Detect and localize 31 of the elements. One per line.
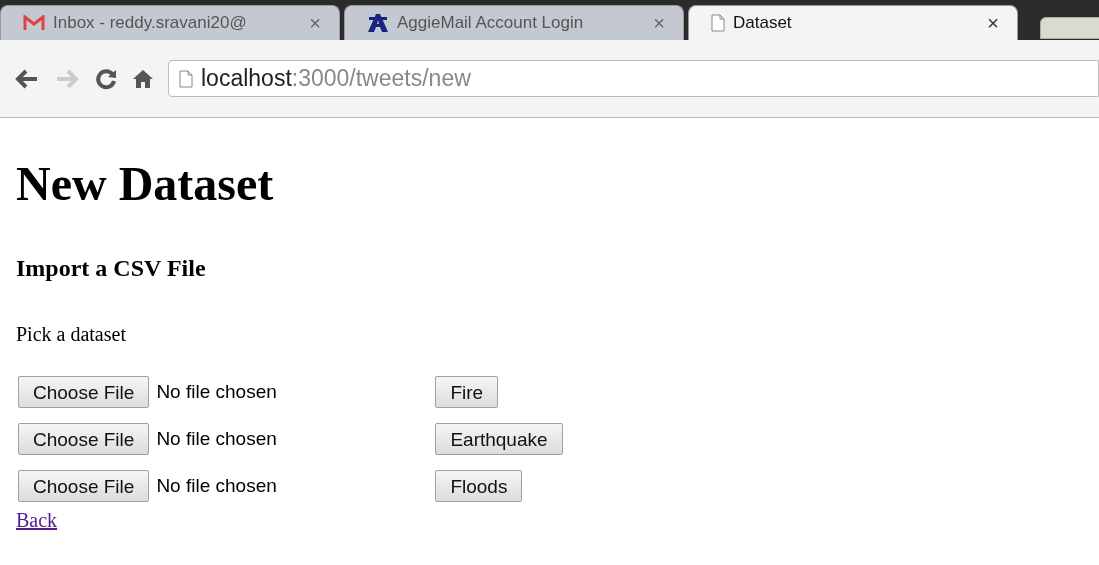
choose-file-button[interactable]: Choose File <box>18 470 150 502</box>
browser-tab[interactable]: Inbox - reddy.sravani20@ × <box>0 5 340 40</box>
page-heading: New Dataset <box>16 160 275 208</box>
choose-file-button[interactable]: Choose File <box>18 376 150 408</box>
url-text: localhost:3000/tweets/new <box>201 64 471 94</box>
file-status-text: No file chosen <box>156 426 278 451</box>
letter-logo-icon <box>367 13 389 33</box>
close-tab-button[interactable]: × <box>309 8 321 38</box>
section-heading: Import a CSV File <box>16 256 207 280</box>
browser-tab[interactable]: AggieMail Account Login × <box>344 5 684 40</box>
page-icon <box>179 69 193 88</box>
tab-title: Dataset <box>733 12 793 35</box>
page-icon <box>711 14 725 32</box>
tab-title: Inbox - reddy.sravani20@ <box>53 12 248 35</box>
dataset-button[interactable]: Floods <box>435 470 523 502</box>
reload-icon[interactable] <box>94 66 118 91</box>
browser-tab[interactable]: Dataset × <box>688 5 1018 40</box>
home-icon[interactable] <box>132 67 154 90</box>
close-tab-button[interactable]: × <box>653 8 665 38</box>
file-status-text: No file chosen <box>156 473 278 498</box>
dataset-button[interactable]: Earthquake <box>435 423 563 455</box>
close-tab-button[interactable]: × <box>987 8 999 38</box>
tab-title: AggieMail Account Login <box>397 12 585 35</box>
choose-file-button[interactable]: Choose File <box>18 423 150 455</box>
mail-logo-icon <box>23 15 45 31</box>
prompt-text: Pick a dataset <box>16 324 127 344</box>
back-icon[interactable] <box>14 67 40 90</box>
back-link[interactable]: Back <box>16 510 58 530</box>
address-bar[interactable]: localhost:3000/tweets/new <box>168 60 1099 97</box>
file-status-text: No file chosen <box>156 379 278 404</box>
dataset-button[interactable]: Fire <box>435 376 499 408</box>
